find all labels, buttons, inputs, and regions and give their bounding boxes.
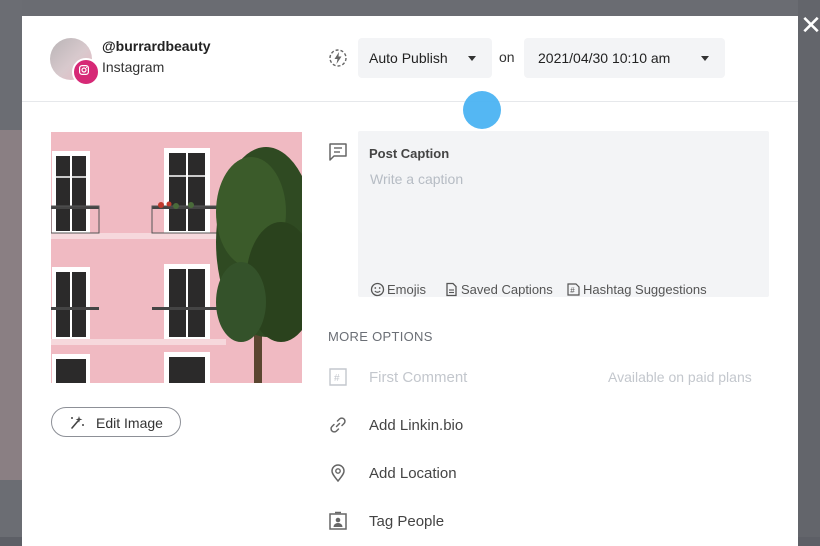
instagram-icon [72, 58, 100, 86]
emojis-label: Emojis [387, 282, 427, 297]
schedule-datetime-dropdown[interactable]: 2021/04/30 10:10 am [524, 38, 725, 78]
post-editor-modal: @burrardbeauty Instagram Auto Publish on… [22, 16, 798, 546]
svg-text:#: # [570, 286, 575, 295]
schedule-datetime-label: 2021/04/30 10:10 am [538, 50, 671, 66]
edit-image-button[interactable]: Edit Image [51, 407, 181, 437]
magic-wand-icon [71, 416, 84, 429]
smiley-icon [370, 282, 385, 297]
publish-mode-label: Auto Publish [369, 50, 448, 66]
person-tag-icon [329, 511, 347, 530]
comment-icon: # [329, 368, 347, 386]
hashtag-suggestions-label: Hashtag Suggestions [583, 282, 707, 297]
background-app-top [22, 0, 798, 16]
message-icon [329, 143, 347, 161]
account-handle: @burrardbeauty [102, 38, 211, 54]
close-icon[interactable]: ✕ [800, 10, 820, 40]
hashtag-icon: # [567, 283, 580, 296]
add-linkin-bio-option[interactable]: Add Linkin.bio [369, 417, 463, 434]
chevron-down-icon [468, 56, 476, 61]
edit-image-label: Edit Image [96, 415, 163, 431]
background-thumbnail [0, 130, 22, 480]
map-pin-icon [331, 464, 345, 483]
link-icon [330, 417, 346, 433]
publish-mode-dropdown[interactable]: Auto Publish [358, 38, 492, 78]
saved-captions-label: Saved Captions [461, 282, 553, 297]
background-app-left [0, 0, 22, 537]
chevron-down-icon [701, 56, 709, 61]
caption-panel: Post Caption Emojis Saved Captions # H [358, 131, 769, 297]
background-app-right [798, 0, 820, 537]
hashtag-suggestions-button[interactable]: # Hashtag Suggestions [566, 282, 707, 297]
first-comment-option: First Comment [369, 369, 468, 386]
modal-header: @burrardbeauty Instagram Auto Publish on… [22, 16, 798, 102]
tag-people-option[interactable]: Tag People [369, 513, 444, 530]
post-image [51, 132, 302, 383]
caption-input[interactable] [368, 169, 762, 243]
building-photo [51, 132, 302, 383]
caption-title: Post Caption [369, 146, 450, 161]
cursor-highlight [463, 91, 501, 129]
more-options-title: MORE OPTIONS [328, 329, 433, 344]
paid-plan-note: Available on paid plans [608, 369, 752, 385]
emojis-button[interactable]: Emojis [370, 282, 426, 297]
document-icon [446, 282, 457, 297]
svg-text:#: # [334, 373, 340, 384]
saved-captions-button[interactable]: Saved Captions [444, 282, 553, 297]
add-location-option[interactable]: Add Location [369, 465, 457, 482]
schedule-connector: on [499, 49, 515, 65]
lightning-icon [329, 49, 347, 67]
account-platform: Instagram [102, 59, 165, 75]
